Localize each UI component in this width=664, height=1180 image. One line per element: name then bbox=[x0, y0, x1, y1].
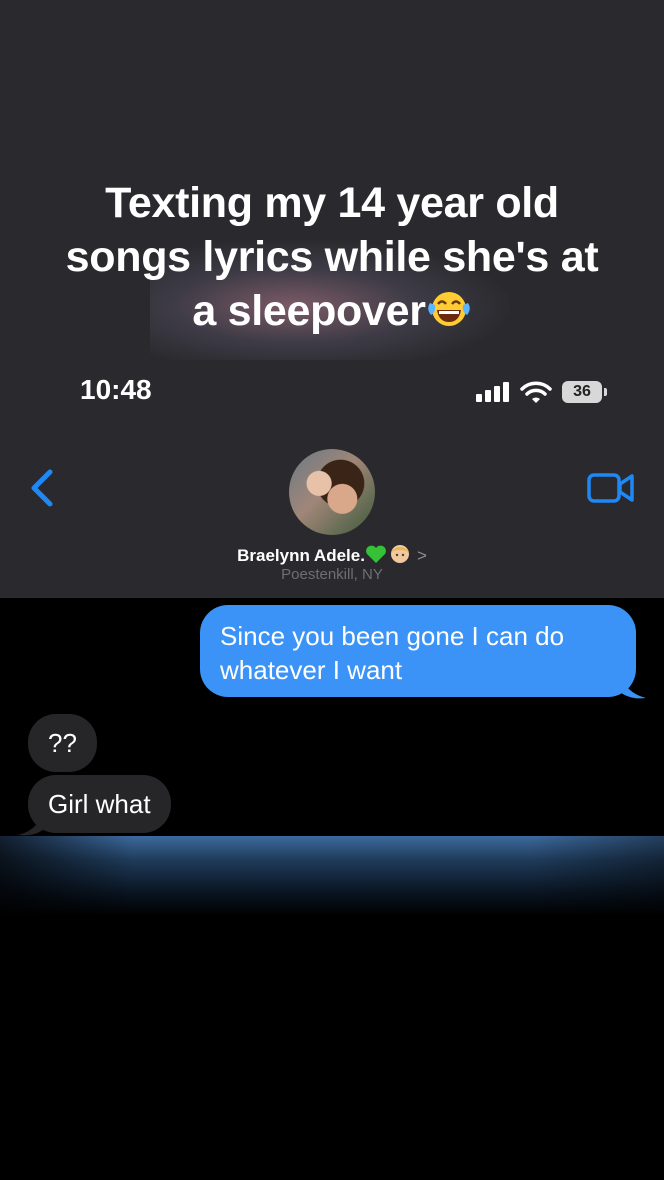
received-bubble-tail bbox=[18, 805, 44, 836]
sent-message-bubble[interactable]: Since you been gone I can do whatever I … bbox=[200, 605, 636, 697]
sent-bubble-tail bbox=[620, 668, 646, 699]
received-message-bubble[interactable]: ?? bbox=[28, 714, 97, 772]
battery-icon: 36 bbox=[562, 381, 607, 403]
baby-face-icon bbox=[390, 545, 409, 563]
laughing-emoji-icon bbox=[427, 292, 470, 326]
received-message-bubble[interactable]: Girl what bbox=[28, 775, 171, 833]
caption-line-3: a sleepover bbox=[192, 287, 426, 335]
status-time: 10:48 bbox=[80, 374, 152, 405]
contact-avatar[interactable] bbox=[289, 449, 375, 535]
green-heart-icon bbox=[366, 545, 386, 563]
contact-chevron-icon: > bbox=[416, 546, 427, 565]
caption-line-1: Texting my 14 year old bbox=[105, 179, 559, 227]
keyboard-edge-glow bbox=[0, 836, 664, 916]
contact-name: Braelynn Adele. bbox=[237, 546, 365, 565]
video-camera-icon[interactable] bbox=[586, 470, 636, 506]
video-caption: Texting my 14 year old songs lyrics whil… bbox=[40, 176, 624, 338]
contact-location: Poestenkill, NY bbox=[281, 566, 383, 583]
contact-name-row[interactable]: Braelynn Adele. > bbox=[0, 542, 664, 566]
caption-line-3-wrap: a sleepover bbox=[40, 284, 624, 338]
back-chevron-icon[interactable] bbox=[26, 466, 56, 510]
wifi-icon bbox=[520, 381, 552, 403]
cellular-signal-icon bbox=[474, 378, 510, 406]
caption-line-2: songs lyrics while she's at bbox=[65, 233, 599, 281]
